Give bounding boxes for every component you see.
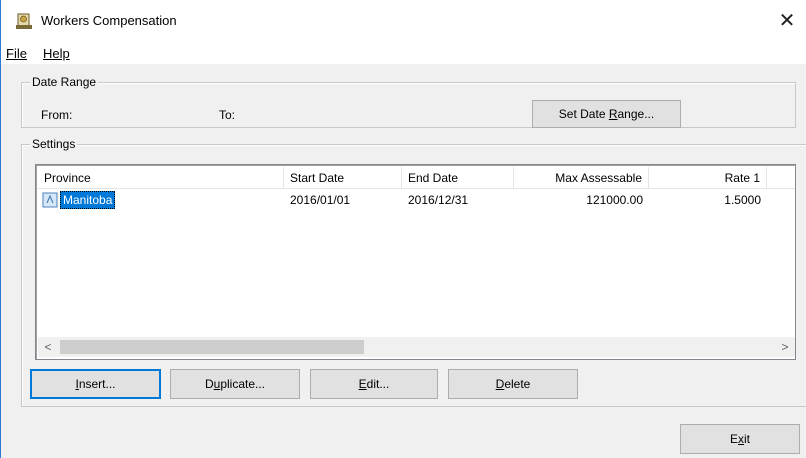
duplicate-pre: D (204, 377, 214, 391)
exit-label: it (744, 432, 750, 446)
menu-bar: File Help (1, 42, 806, 64)
delete-button[interactable]: Delete (448, 369, 578, 399)
set-date-range-label-b: ange... (617, 107, 655, 121)
horizontal-scrollbar[interactable]: < > (38, 337, 795, 357)
edit-label: dit... (366, 377, 390, 391)
window-title: Workers Compensation (41, 13, 177, 28)
exit-pre: E (729, 432, 738, 446)
set-date-range-button[interactable]: Set Date Range... (532, 100, 681, 128)
delete-accel: D (495, 377, 505, 391)
edit-button[interactable]: Edit... (310, 369, 438, 399)
scrollbar-thumb[interactable] (60, 340, 364, 354)
cell-province: Manitoba (60, 191, 116, 209)
menu-file-label: File (6, 46, 27, 61)
column-header-province[interactable]: Province (38, 167, 284, 189)
exit-button[interactable]: Exit (680, 424, 800, 454)
settings-legend: Settings (30, 137, 78, 151)
close-button[interactable]: ✕ (774, 8, 800, 34)
workers-compensation-window: Workers Compensation ✕ File Help Date Ra… (0, 0, 806, 458)
column-header-max-assessable[interactable]: Max Assessable (514, 167, 649, 189)
duplicate-label: plicate... (220, 377, 266, 391)
duplicate-button[interactable]: Duplicate... (170, 369, 300, 399)
record-icon (42, 192, 58, 208)
delete-label: elete (504, 377, 531, 391)
cell-rate-1: 1.5000 (724, 193, 761, 207)
column-header-rate-1[interactable]: Rate 1 (649, 167, 767, 189)
table-row[interactable]: Manitoba 2016/01/01 2016/12/31 121000.00… (38, 191, 795, 209)
column-header-end-date[interactable]: End Date (402, 167, 514, 189)
settings-list-view[interactable]: Province Start Date End Date Max Assessa… (35, 164, 796, 360)
set-date-range-label-a: Set Date (558, 107, 609, 121)
edit-accel: E (358, 377, 367, 391)
scroll-left-icon[interactable]: < (38, 337, 58, 357)
insert-label: nsert... (78, 377, 116, 391)
scroll-right-icon[interactable]: > (775, 337, 795, 357)
cell-start-date: 2016/01/01 (290, 193, 351, 207)
menu-file[interactable]: File (6, 46, 27, 61)
list-header: Province Start Date End Date Max Assessa… (38, 167, 795, 189)
menu-help-label: Help (43, 46, 70, 61)
title-bar: Workers Compensation ✕ (1, 0, 806, 42)
from-label: From: (41, 108, 73, 122)
to-label: To: (219, 108, 236, 122)
menu-help[interactable]: Help (43, 46, 70, 61)
insert-button[interactable]: Insert... (30, 369, 161, 399)
set-date-range-label-accel: R (608, 107, 618, 121)
date-range-legend: Date Range (30, 75, 99, 89)
app-icon (16, 13, 32, 29)
cell-end-date: 2016/12/31 (408, 193, 469, 207)
cell-max-assessable: 121000.00 (586, 193, 643, 207)
close-icon: ✕ (778, 8, 796, 32)
column-header-start-date[interactable]: Start Date (284, 167, 402, 189)
